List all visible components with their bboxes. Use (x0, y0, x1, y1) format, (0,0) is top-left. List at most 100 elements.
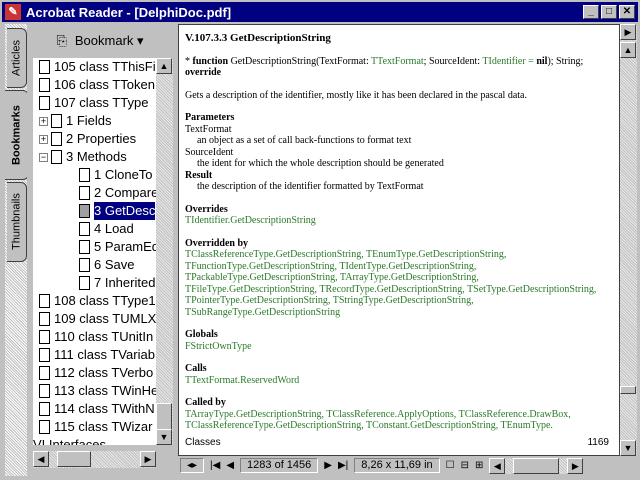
scroll-thumb[interactable] (57, 451, 91, 467)
bookmark-label: 6 Save (94, 257, 135, 272)
page-icon (51, 114, 62, 128)
called-by-section: Called by TArrayType.GetDescriptionString… (185, 397, 571, 432)
split-toggle-icon[interactable]: ◂▸ (180, 458, 205, 473)
overrides-link[interactable]: TIdentifier.GetDescriptionString (185, 215, 316, 226)
bookmark-label: 3 Methods (66, 149, 127, 164)
maximize-button[interactable]: □ (601, 5, 617, 19)
last-page-icon[interactable]: ▶| (338, 460, 348, 471)
bookmark-item[interactable]: +2 Properties (33, 130, 156, 148)
page-icon (79, 204, 90, 218)
calls-link[interactable]: TTextFormat.ReservedWord (185, 375, 299, 386)
page-size: 8,26 x 11,69 in (354, 458, 440, 473)
scroll-up-button[interactable]: ▲ (156, 58, 172, 74)
parameters-section: Parameters TextFormat an object as a set o… (185, 112, 444, 192)
bookmark-item[interactable]: +1 Fields (33, 112, 156, 130)
page-icon (39, 330, 50, 344)
close-button[interactable]: ✕ (619, 5, 635, 19)
scroll-right-button[interactable]: ▶ (140, 451, 156, 467)
status-bar: ◂▸ |◀ ◀ 1283 of 1456 ▶ ▶| 8,26 x 11,69 i… (178, 457, 620, 474)
bookmark-icon: ⎘ (56, 33, 67, 48)
scroll-right-button[interactable]: ▶ (567, 457, 584, 474)
bookmark-hscrollbar[interactable]: ◀ ▶ (33, 451, 156, 468)
page-icon (39, 384, 50, 398)
expand-toggle-icon[interactable]: + (39, 134, 48, 144)
scroll-up-button[interactable]: ▲ (620, 42, 636, 58)
bookmark-item[interactable]: 3 GetDesc (33, 202, 156, 220)
bookmark-label: 1 Fields (66, 113, 112, 128)
bookmark-item[interactable]: 112 class TVerbo (33, 364, 156, 382)
bookmark-item[interactable]: 114 class TWithN (33, 400, 156, 418)
bookmark-item[interactable]: 106 class TToken (33, 76, 156, 94)
bookmark-vscrollbar[interactable]: ▲ ▼ (156, 58, 173, 445)
globals-link[interactable]: FStrictOwnType (185, 341, 252, 352)
bookmark-label: 105 class TThisFile (54, 59, 156, 74)
tab-articles[interactable]: Articles (7, 28, 27, 88)
expand-toggle-icon[interactable]: + (39, 116, 48, 126)
bookmark-item[interactable]: 1 CloneTo (33, 166, 156, 184)
page-icon (79, 168, 90, 182)
bookmark-label: 112 class TVerbo (54, 365, 154, 380)
bookmark-item[interactable]: 107 class TType (33, 94, 156, 112)
bookmark-label: 2 Properties (66, 131, 137, 146)
page-icon (39, 294, 50, 308)
page-icon (79, 240, 90, 254)
page-icon (39, 420, 50, 434)
bookmark-item[interactable]: 108 class TType1 (33, 292, 156, 310)
bookmark-label: 107 class TType (54, 95, 149, 110)
scroll-left-button[interactable]: ◀ (489, 457, 506, 474)
page-icon (51, 150, 62, 164)
single-page-icon[interactable]: ☐ (446, 460, 455, 471)
bookmark-label: 2 Compare (94, 185, 156, 200)
bookmark-item[interactable]: 4 Load (33, 220, 156, 238)
document-hscrollbar[interactable]: ◀ ▶ (489, 457, 584, 474)
continuous-icon[interactable]: ⊟ (461, 460, 469, 471)
page-icon (39, 60, 50, 74)
document-vscrollbar[interactable]: ▶ ▲ ▼ (620, 24, 637, 456)
bookmark-item[interactable]: 110 class TUnitIn (33, 328, 156, 346)
calls-section: Calls TTextFormat.ReservedWord (185, 363, 300, 386)
bookmark-item[interactable]: VI Interfaces (33, 436, 156, 445)
first-page-icon[interactable]: |◀ (210, 460, 220, 471)
bookmark-menu-button[interactable]: ⎘ Bookmark ▾ (27, 24, 173, 58)
page-icon (51, 132, 62, 146)
bookmark-label: 110 class TUnitIn (54, 329, 154, 344)
bookmark-tree: 105 class TThisFile 106 class TToken 107 c… (33, 58, 156, 445)
bookmark-label: 109 class TUMLX (54, 311, 156, 326)
document-page: V.107.3.3 GetDescriptionString * functio… (178, 24, 620, 456)
tab-bookmarks[interactable]: Bookmarks (5, 90, 29, 180)
next-page-icon[interactable]: ▶ (324, 460, 332, 471)
prev-page-icon[interactable]: ◀ (226, 460, 234, 471)
minimize-button[interactable]: _ (583, 5, 599, 19)
scroll-left-button[interactable]: ◀ (33, 451, 49, 467)
expand-toggle-icon[interactable]: − (39, 152, 48, 162)
scroll-thumb[interactable] (620, 386, 636, 394)
bookmark-item[interactable]: 6 Save (33, 256, 156, 274)
scroll-down-button[interactable]: ▼ (620, 440, 636, 456)
scroll-down-button[interactable]: ▼ (156, 429, 172, 445)
overridden-links[interactable]: TClassReferenceType.GetDescriptionString… (185, 249, 596, 318)
bookmark-item[interactable]: 2 Compare (33, 184, 156, 202)
called-by-links[interactable]: TArrayType.GetDescriptionString, TClassR… (185, 409, 571, 432)
section-heading: V.107.3.3 GetDescriptionString (185, 32, 331, 44)
bookmark-item[interactable]: 111 class TVariab (33, 346, 156, 364)
bookmark-label: 111 class TVariab (54, 347, 155, 362)
bookmark-label: 3 GetDesc (94, 202, 156, 220)
next-page-arrow-button[interactable]: ▶ (620, 24, 636, 40)
facing-pages-icon[interactable]: ⊞ (475, 460, 483, 471)
bookmark-item[interactable]: 7 Inherited (33, 274, 156, 292)
scroll-thumb[interactable] (513, 457, 560, 474)
bookmark-item[interactable]: 5 ParamEq (33, 238, 156, 256)
page-icon (79, 186, 90, 200)
bookmark-item[interactable]: 109 class TUMLX (33, 310, 156, 328)
page-indicator[interactable]: 1283 of 1456 (240, 458, 319, 473)
bookmark-item[interactable]: 113 class TWinHe (33, 382, 156, 400)
tab-thumbnails[interactable]: Thumbnails (7, 182, 27, 262)
bookmark-label: 115 class TWizar (54, 419, 153, 434)
bookmark-item[interactable]: 105 class TThisFile (33, 58, 156, 76)
bookmark-menu-label: Bookmark ▾ (74, 33, 144, 48)
bookmark-item[interactable]: − 3 Methods (33, 148, 156, 166)
page-number: 1169 (587, 437, 609, 448)
page-icon (79, 276, 90, 290)
bookmark-item[interactable]: 115 class TWizar (33, 418, 156, 436)
description: Gets a description of the identifier, mo… (185, 89, 527, 101)
